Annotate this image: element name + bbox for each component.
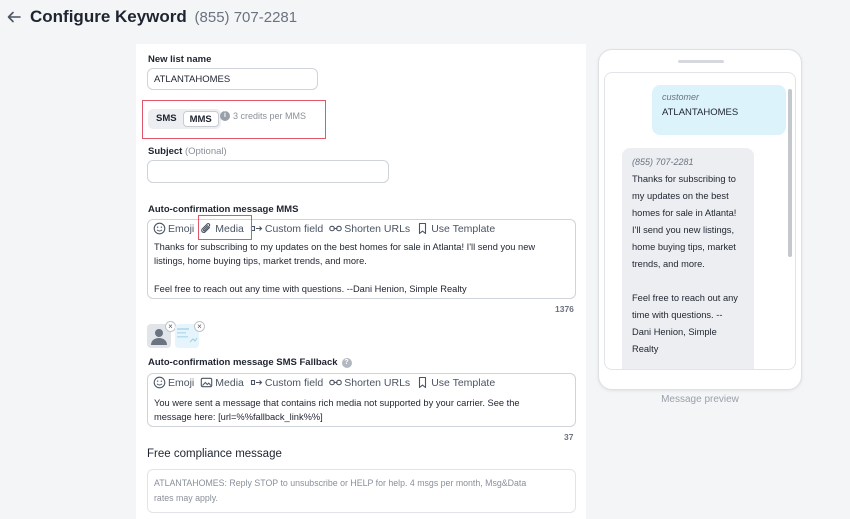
page-title-text: Configure Keyword [30,7,187,26]
custom-field-icon [250,379,263,386]
list-name-input[interactable]: ATLANTAHOMES [147,68,318,90]
compliance-line: rates may apply. [154,493,218,503]
mms-body-blank-line [154,268,535,282]
subject-label: Subject (Optional) [148,146,227,157]
emoji-label: Emoji [168,376,195,389]
incoming-sender: (855) 707-2281 [632,157,694,167]
shorten-urls-label: Shorten URLs [344,376,411,389]
outgoing-message-bubble: customer ATLANTAHOMES [652,85,786,135]
incoming-blank-line [632,273,744,290]
compliance-message-box: ATLANTAHOMES: Reply STOP to unsubscribe … [147,469,576,513]
shorten-urls-button[interactable]: Shorten URLs [328,376,411,389]
incoming-line: my updates on the best [632,191,729,201]
emoji-label: Emoji [168,222,195,235]
page-header: Configure Keyword (855) 707-2281 [0,0,850,38]
shorten-urls-button[interactable]: Shorten URLs [328,222,411,235]
mms-message-body[interactable]: Thanks for subscribing to my updates on … [154,240,535,296]
keyword-form-card: New list name ATLANTAHOMES SMS MMS i 3 c… [136,44,586,519]
help-icon[interactable]: ? [341,357,352,368]
emoji-button[interactable]: Emoji [152,222,195,235]
media-button[interactable]: Media [199,376,245,389]
preview-caption: Message preview [661,394,739,405]
fallback-body-line: You were sent a message that contains ri… [154,398,520,408]
preview-scrollbar[interactable] [788,89,792,257]
link-icon [329,379,342,386]
bookmark-icon [419,222,427,235]
emoji-icon [153,376,166,389]
incoming-line: Realty [632,344,659,354]
use-template-button[interactable]: Use Template [415,376,496,389]
fallback-body-line: message here: [url=%%fallback_link%%] [154,412,323,422]
fallback-label-text: Auto-confirmation message SMS Fallback [148,357,338,368]
emoji-button[interactable]: Emoji [152,376,195,389]
shorten-urls-label: Shorten URLs [344,222,411,235]
use-template-label: Use Template [431,222,496,235]
image-icon [201,377,213,388]
subject-optional-text: (Optional) [184,146,227,157]
credits-note: i 3 credits per MMS [220,111,306,121]
phone-preview-screen: customer ATLANTAHOMES (855) 707-2281 Tha… [604,72,796,370]
page-title: Configure Keyword (855) 707-2281 [30,7,297,27]
fallback-label: Auto-confirmation message SMS Fallback ? [148,357,352,368]
incoming-message-bubble: (855) 707-2281 Thanks for subscribing to… [622,148,754,369]
mms-character-counter: 1376 [555,304,574,314]
incoming-line: I'll send you new listings, [632,225,735,235]
info-icon: i [220,111,230,121]
mms-option[interactable]: MMS [182,111,219,127]
use-template-label: Use Template [431,376,496,389]
fallback-message-body[interactable]: You were sent a message that contains ri… [154,396,520,424]
link-icon [329,225,342,232]
incoming-line: Thanks for subscribing to [632,174,736,184]
fallback-character-counter: 37 [564,432,574,442]
page-title-phone: (855) 707-2281 [194,9,298,26]
mms-body-line: Thanks for subscribing to my updates on … [154,242,536,252]
incoming-line: home buying tips, market [632,242,736,252]
media-label: Media [215,376,244,389]
custom-field-label: Custom field [264,376,324,389]
compliance-line: ATLANTAHOMES: Reply STOP to unsubscribe … [154,478,527,488]
back-arrow-icon[interactable] [6,9,22,25]
mms-body-line: Feel free to reach out any time with que… [154,284,467,294]
sms-option[interactable]: SMS [150,111,183,127]
use-template-button[interactable]: Use Template [415,222,496,235]
mms-body-line: listings, home buying tips, market trend… [154,256,367,266]
incoming-line: trends, and more. [632,259,705,269]
outgoing-text: ATLANTAHOMES [662,107,739,118]
incoming-line: time with questions. -- [632,310,723,320]
bookmark-icon [419,376,427,389]
subject-input[interactable] [147,160,389,183]
credits-text: 3 credits per MMS [233,111,307,121]
custom-field-button[interactable]: Custom field [249,376,324,389]
custom-field-label: Custom field [264,222,324,235]
phone-speaker [678,60,724,63]
mms-message-label: Auto-confirmation message MMS [148,204,299,215]
incoming-line: homes for sale in Atlanta! [632,208,737,218]
outgoing-sender: customer [662,92,700,102]
fallback-toolbar: Emoji Media Custom field Shorten URLs Us… [152,376,496,389]
custom-field-button[interactable]: Custom field [249,222,324,235]
compliance-label: Free compliance message [147,448,282,460]
phone-preview-frame: customer ATLANTAHOMES (855) 707-2281 Tha… [598,49,802,390]
fallback-message-editor: Emoji Media Custom field Shorten URLs Us… [147,373,576,427]
media-button-highlight [198,215,252,240]
remove-attachment-icon[interactable]: × [194,321,205,332]
incoming-line: Feel free to reach out any [632,293,738,303]
subject-label-text: Subject [148,146,183,157]
list-name-label: New list name [148,54,212,65]
message-type-toggle: SMS MMS [148,109,221,129]
emoji-icon [153,222,166,235]
incoming-line: Dani Henion, Simple [632,327,717,337]
